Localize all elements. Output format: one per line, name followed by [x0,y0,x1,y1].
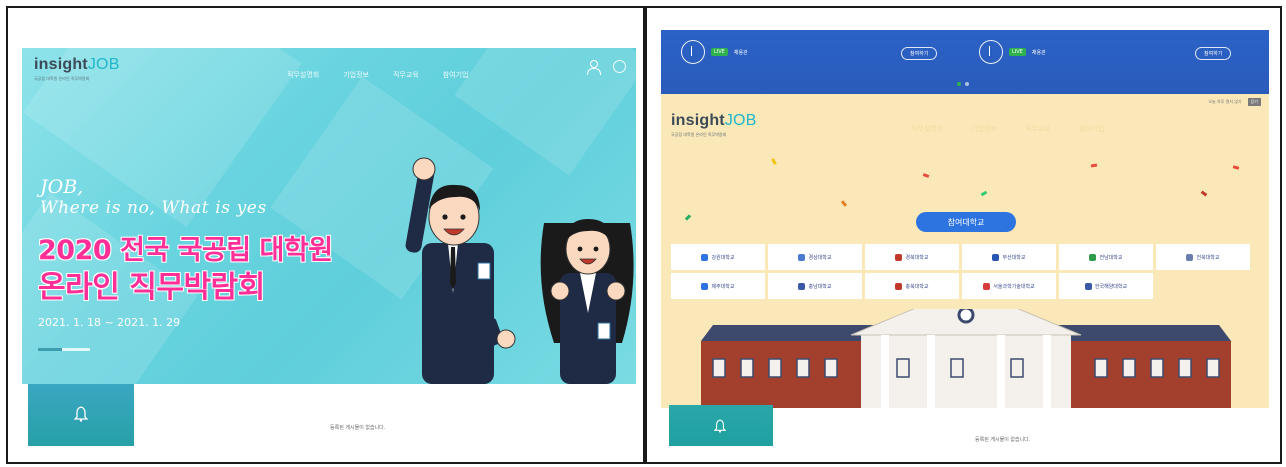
university-card[interactable]: 충북대학교 [865,273,959,299]
left-screenshot-panel: insightJOB 국공립 대학원 온라인 직무박람회 직무설명회 기업정보 … [6,6,645,464]
live-player-1: LIVE 채용관 [681,40,748,64]
confetti [1232,165,1240,170]
main-nav: 직무설명회 기업정보 직무교육 참여기업 [287,70,469,80]
confetti [840,200,848,207]
notice-section: 등록된 게시물이 없습니다. [661,405,1269,446]
university-name: 전북대학교 [1196,254,1220,261]
university-logo-icon [701,253,709,261]
university-card[interactable]: 전남대학교 [1059,244,1153,270]
hero-slogan-line2: Where is no, What is yes [40,198,267,218]
nav-item[interactable]: 직무교육 [393,70,419,80]
logo-tagline: 국공립 대학원 온라인 직무박람회 [671,132,727,137]
confetti [980,190,988,197]
hero-slogan-line1: JOB, [40,176,84,198]
join-button-1[interactable]: 참여하기 [901,47,938,60]
nav-item[interactable]: 참여기업 [443,70,469,80]
university-card[interactable]: 한국해양대학교 [1059,273,1153,299]
volume-icon[interactable] [681,40,705,64]
university-logo-icon [895,282,903,290]
university-card[interactable]: 부산대학교 [962,244,1056,270]
university-grid: 강원대학교 경상대학교 경북대학교 부산대학교 전남대학교 전북대학교제주대학교 충남대학교… [671,244,1250,299]
logo-tagline: 국공립 대학원 온라인 직무박람회 [34,76,90,81]
confetti [1090,163,1098,168]
university-name: 충남대학교 [808,283,832,290]
live-tag: LIVE [711,48,728,56]
university-card[interactable]: 서울과학기술대학교 [962,273,1056,299]
hero-illustration [405,157,634,384]
university-name: 서울과학기술대학교 [993,283,1035,290]
university-name: 경북대학교 [905,254,929,261]
join-button-2[interactable]: 참여하기 [1195,47,1232,60]
university-name: 제주대학교 [711,283,735,290]
participating-universities-button[interactable]: 참여대학교 [916,212,1016,232]
event-date: 2021. 1. 18 ~ 2021. 1. 29 [38,316,181,329]
university-name: 강원대학교 [711,254,735,261]
confetti [1200,190,1208,197]
nav-item[interactable]: 참여기업 [1079,124,1105,134]
girl-character [540,219,634,384]
header-icons [587,60,626,75]
confetti [922,173,930,178]
bell-icon [74,406,88,422]
university-card[interactable]: 제주대학교 [671,273,765,299]
university-logo-icon [992,253,1000,261]
slide-dot[interactable] [957,82,961,86]
university-name: 한국해양대학교 [1094,283,1128,290]
university-card[interactable]: 충남대학교 [768,273,862,299]
live-label: 채용관 [1031,49,1046,56]
notice-tab[interactable] [28,384,134,446]
university-card[interactable]: 경북대학교 [865,244,959,270]
live-tag: LIVE [1009,48,1026,56]
main-section: 오늘 하루 열지 않기 닫기 insightJOB 국공립 대학원 온라인 직무… [661,94,1269,446]
live-player-bar: LIVE 채용관 참여하기 LIVE 채용관 참여하기 [661,30,1269,94]
slide-indicator[interactable] [38,348,90,351]
university-name: 경상대학교 [808,254,832,261]
live-label: 채용관 [733,49,748,56]
boy-character [405,157,516,384]
slide-dot[interactable] [965,82,969,86]
close-button[interactable]: 닫기 [1247,98,1261,106]
university-name: 충북대학교 [905,283,929,290]
nav-item[interactable]: 직무설명회 [287,70,319,80]
nav-item[interactable]: 직무교육 [1025,124,1051,134]
volume-icon[interactable] [979,40,1003,64]
hero-banner: insightJOB 국공립 대학원 온라인 직무박람회 직무설명회 기업정보 … [22,48,636,384]
university-name: 부산대학교 [1002,254,1026,261]
hero-title-line2: 온라인 직무박람회 [38,270,265,305]
nav-item[interactable]: 직무설명회 [911,124,943,134]
university-logo-icon [798,282,806,290]
dont-show-today-text[interactable]: 오늘 하루 열지 않기 [1208,99,1241,105]
logo-wordmark: insightJOB [34,56,120,73]
nav-item[interactable]: 기업정보 [971,124,997,134]
menu-icon[interactable] [613,60,626,73]
university-logo-icon [983,282,991,290]
university-card[interactable]: 경상대학교 [768,244,862,270]
university-logo-icon [1186,253,1194,261]
logo-wordmark: insightJOB [671,112,757,129]
university-logo-icon [798,253,806,261]
notice-empty-text: 등록된 게시물이 없습니다. [975,437,1031,443]
slide-dots [957,82,969,86]
university-card[interactable]: 전북대학교 [1156,244,1250,270]
confetti [771,158,777,165]
bell-icon [714,419,726,433]
notice-section: 등록된 게시물이 없습니다. [22,384,636,446]
live-player-2: LIVE 채용관 [979,40,1046,64]
university-card[interactable]: 강원대학교 [671,244,765,270]
confetti [684,214,692,221]
site-logo[interactable]: insightJOB 국공립 대학원 온라인 직무박람회 [34,56,120,82]
university-logo-icon [1089,253,1097,261]
notice-empty-text: 등록된 게시물이 없습니다. [330,425,386,431]
university-logo-icon [701,282,709,290]
university-logo-icon [895,253,903,261]
main-nav: 직무설명회 기업정보 직무교육 참여기업 [911,124,1105,134]
site-logo[interactable]: insightJOB 국공립 대학원 온라인 직무박람회 [671,112,757,138]
popup-close-bar: 오늘 하루 열지 않기 닫기 [1208,98,1261,106]
university-name: 전남대학교 [1099,254,1123,261]
notice-tab[interactable] [669,405,773,446]
right-screenshot-panel: LIVE 채용관 참여하기 LIVE 채용관 참여하기 오늘 하루 열지 않기 … [645,6,1282,464]
university-logo-icon [1084,282,1092,290]
nav-item[interactable]: 기업정보 [343,70,369,80]
user-icon[interactable] [587,60,601,75]
